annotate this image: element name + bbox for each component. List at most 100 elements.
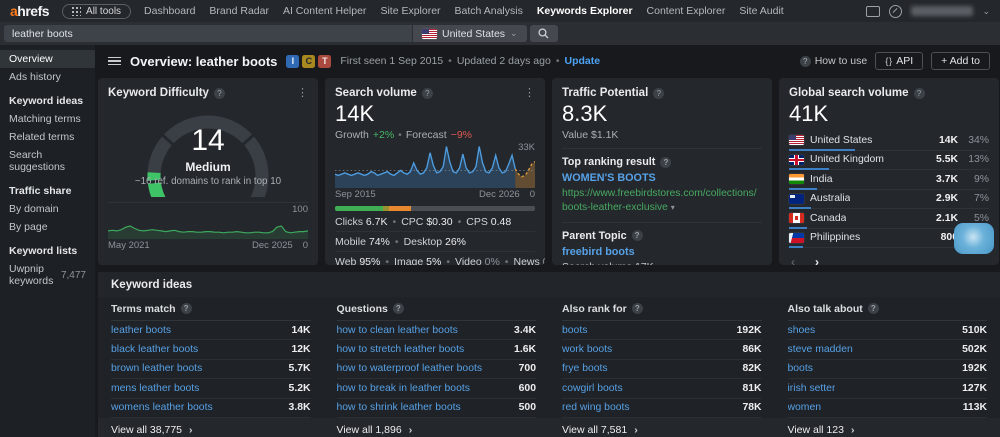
keyword-link[interactable]: work boots [562,344,612,355]
country-row-united-states[interactable]: United States 14K 34% [789,131,989,151]
top-ranking-url[interactable]: https://www.freebirdstores.com/collectio… [562,187,762,215]
country-row-united-kingdom[interactable]: United Kingdom 5.5K 13% [789,151,989,171]
ahrefs-logo[interactable]: a hrefs [10,3,50,19]
sidebar-item-label: Related terms [9,131,75,143]
country-share: 7% [973,193,989,205]
how-to-use-link[interactable]: ? How to use [799,55,867,67]
keyword-link[interactable]: boots [562,325,587,336]
keyword-link[interactable]: how to stretch leather boots [337,344,465,355]
view-all-label: View all 7,581 [562,423,628,436]
keyword-row: womens leather boots 3.8K [111,399,311,418]
keyword-row: irish setter 127K [787,379,987,399]
parent-topic-link[interactable]: freebird boots [562,246,762,258]
keyword-row: women 113K [787,399,987,418]
help-icon[interactable] [889,4,903,18]
view-all-link[interactable]: View all 1,896 › [337,418,537,437]
country-row-india[interactable]: India 3.7K 9% [789,170,989,190]
keyword-row: red wing boots 78K [562,399,762,418]
search-volume-value: 14K [335,101,375,126]
keyword-link[interactable]: how to waterproof leather boots [337,363,483,374]
traffic-potential-value: 8.3K [562,101,608,126]
keyword-link[interactable]: irish setter [788,383,836,394]
keyword-volume: 5.7K [288,363,311,375]
keyword-link[interactable]: cowgirl boots [562,383,623,394]
keyword-link[interactable]: red wing boots [562,402,630,413]
stat-mobile: Mobile 74% [335,236,390,248]
ca-flag-icon [789,213,804,224]
nav-item-content-explorer[interactable]: Content Explorer [647,5,726,17]
prev-page-icon[interactable]: ‹ [791,255,795,265]
sidebar-item-search-suggestions[interactable]: Search suggestions [0,146,95,176]
sv-stats-row: Mobile 74% • Desktop 26% [335,231,535,251]
keyword-link[interactable]: how to break in leather boots [337,383,470,394]
user-menu[interactable] [911,6,974,16]
api-button[interactable]: { } API [875,52,924,70]
info-icon[interactable]: ? [660,156,672,168]
nav-item-site-audit[interactable]: Site Audit [739,5,783,17]
display-icon[interactable] [866,5,881,17]
sidebar-item-related-terms[interactable]: Related terms [0,128,95,146]
nav-item-site-explorer[interactable]: Site Explorer [380,5,440,17]
keyword-link[interactable]: black leather boots [111,344,198,355]
search-volume-chart: 33K Sep 2015 Dec 2026 0 [335,142,535,200]
bullet-separator: • [394,235,399,248]
sidebar-item-overview[interactable]: Overview [0,50,95,68]
stat-value: $0.30 [426,215,453,228]
keyword-link[interactable]: shoes [788,325,816,336]
info-icon[interactable]: ? [180,303,192,314]
nav-item-batch-analysis[interactable]: Batch Analysis [455,5,523,17]
keyword-row: frye boots 82K [562,360,762,380]
nav-item-ai-content-helper[interactable]: AI Content Helper [283,5,366,17]
next-page-icon[interactable]: › [815,255,819,265]
keyword-link[interactable]: women [788,402,822,413]
info-icon[interactable]: ? [653,87,665,99]
info-icon[interactable]: ? [867,303,879,314]
sidebar-item-uwpnip-keywords[interactable]: Uwpnip keywords 7,477 [0,260,95,290]
keyword-link[interactable]: leather boots [111,325,171,336]
keyword-row: shoes 510K [787,321,987,341]
nav-item-dashboard[interactable]: Dashboard [144,5,195,17]
growth-label: Growth [335,129,369,142]
info-icon[interactable]: ? [421,87,433,99]
stat-value: 95% [359,255,381,265]
kebab-menu-icon[interactable]: ⋮ [297,87,308,99]
keyword-link[interactable]: brown leather boots [111,363,202,374]
keyword-link[interactable]: steve madden [788,344,853,355]
kebab-menu-icon[interactable]: ⋮ [524,87,535,99]
keyword-link[interactable]: frye boots [562,363,608,374]
menu-icon[interactable] [108,56,121,66]
info-icon[interactable]: ? [631,303,643,314]
keyword-ideas-column-also-talk-about: Also talk about? shoes 510K steve madden 502… [787,297,987,418]
all-tools-button[interactable]: All tools [62,3,132,19]
view-all-label: View all 123 [787,423,844,436]
info-icon[interactable]: ? [392,303,404,314]
nav-item-brand-radar[interactable]: Brand Radar [209,5,269,17]
update-link[interactable]: Update [565,55,601,67]
chevron-down-icon[interactable]: ▾ [671,203,675,212]
info-icon[interactable]: ? [213,87,225,99]
sidebar-item-by-page[interactable]: By page [0,218,95,236]
keyword-volume: 510K [962,324,987,336]
keyword-link[interactable]: boots [788,363,813,374]
info-icon[interactable]: ? [631,230,643,242]
keyword-link[interactable]: how to shrink leather boots [337,402,461,413]
keyword-link[interactable]: womens leather boots [111,402,213,413]
sidebar-item-ads-history[interactable]: Ads history [0,68,95,86]
keyword-link[interactable]: how to clean leather boots [337,325,458,336]
top-ranking-result-link[interactable]: WOMEN'S BOOTS [562,172,762,184]
view-all-link[interactable]: View all 7,581 › [562,418,762,437]
sidebar-item-by-domain[interactable]: By domain [0,200,95,218]
add-to-button[interactable]: + Add to [931,52,990,70]
search-button[interactable] [529,25,558,42]
keyword-link[interactable]: mens leather boots [111,383,199,394]
sv-stats-row: Web 95% • Image 5% • Video 0% • News 0% [335,251,545,265]
keyword-volume: 600 [518,382,536,394]
view-all-link[interactable]: View all 38,775 › [111,418,311,437]
sidebar-item-matching-terms[interactable]: Matching terms [0,110,95,128]
view-all-link[interactable]: View all 123 › [788,418,988,437]
nav-item-keywords-explorer[interactable]: Keywords Explorer [537,5,633,17]
info-icon[interactable]: ? [913,87,925,99]
keyword-search-input[interactable] [4,25,412,42]
country-row-australia[interactable]: Australia 2.9K 7% [789,190,989,210]
country-selector[interactable]: United States ⌄ [412,25,527,42]
